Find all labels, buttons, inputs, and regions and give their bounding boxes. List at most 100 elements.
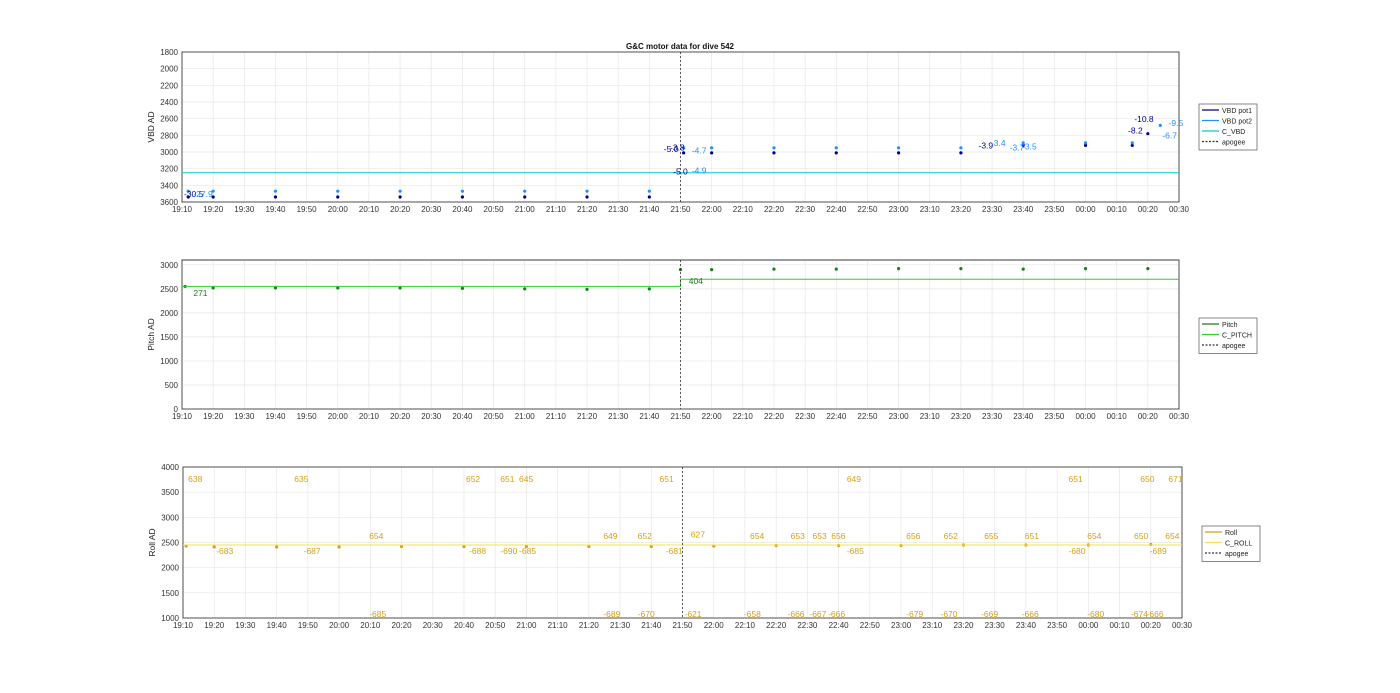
data-point	[460, 189, 465, 193]
annotation-label: -680	[1068, 546, 1085, 556]
data-point	[1146, 267, 1150, 271]
x-tick-label: 21:50	[670, 412, 691, 421]
x-tick-label: 20:30	[421, 205, 442, 214]
data-point	[896, 151, 901, 155]
y-tick-label: 1000	[161, 614, 179, 623]
annotation-label: 651	[1025, 531, 1039, 541]
annotation-label: 654	[750, 531, 764, 541]
x-tick-label: 23:40	[1016, 621, 1037, 630]
x-tick-label: 19:30	[234, 205, 255, 214]
x-tick-label: 23:30	[985, 621, 1006, 630]
x-tick-label: 21:30	[608, 205, 629, 214]
x-tick-label: 22:10	[735, 621, 756, 630]
x-tick-label: 20:20	[390, 205, 411, 214]
x-tick-label: 22:40	[829, 621, 850, 630]
annotation-label: -3.4	[991, 138, 1006, 148]
data-point	[336, 189, 340, 193]
annotation-label: -670	[638, 609, 655, 619]
x-tick-label: 21:50	[670, 205, 691, 214]
plots-group: 19:10 19:20 19:30 19:40 19:50 20:00 20:10 20:20…	[146, 48, 1261, 630]
annotation-label: -680	[1087, 609, 1104, 619]
x-tick-label: 20:10	[360, 621, 381, 630]
annotation-label: 649	[603, 531, 617, 541]
data-point	[523, 195, 527, 199]
x-tick-label: 22:30	[795, 412, 816, 421]
x-tick-label: 21:20	[577, 412, 598, 421]
data-point	[1158, 123, 1162, 127]
annotation-label: 404	[689, 276, 703, 286]
y-tick-label: 500	[165, 381, 179, 390]
figure-title: G&C motor data for dive 542	[626, 42, 735, 51]
annotation-label: 645	[519, 474, 533, 484]
legend-label: VBD pot2	[1222, 119, 1252, 126]
x-tick-label: 20:30	[421, 412, 442, 421]
x-tick-label: 23:10	[920, 205, 941, 214]
y-tick-label: 2000	[160, 65, 178, 74]
x-tick-label: 22:50	[857, 205, 878, 214]
x-tick-label: 20:00	[329, 621, 350, 630]
x-tick-label: 19:40	[265, 412, 286, 421]
annotation-label: 652	[944, 531, 958, 541]
y-tick-label: 3000	[160, 148, 178, 157]
annotation-label: -5.0	[664, 144, 679, 154]
x-tick-label: 00:10	[1110, 621, 1131, 630]
x-tick-label: 22:50	[860, 621, 881, 630]
data-point	[647, 195, 651, 199]
data-point	[834, 146, 838, 150]
y-tick-label: 1800	[160, 48, 178, 57]
x-tick-label: 22:40	[826, 205, 847, 214]
data-point	[959, 267, 963, 271]
y-axis-label: VBD AD	[146, 111, 156, 142]
data-point	[834, 267, 838, 271]
data-point	[523, 189, 527, 193]
x-tick-label: 22:30	[795, 205, 816, 214]
x-tick-label: 23:20	[953, 621, 974, 630]
annotation-label: -681	[666, 546, 683, 556]
annotation-label: -5.0	[673, 167, 688, 177]
annotation-label: -689	[603, 609, 620, 619]
x-tick-label: 22:00	[702, 412, 723, 421]
annotation-label: -658	[744, 609, 761, 619]
x-tick-label: 00:00	[1078, 621, 1099, 630]
x-tick-label: 00:10	[1107, 412, 1128, 421]
annotation-label: -6.7	[1162, 131, 1177, 141]
data-point	[647, 287, 651, 291]
x-tick-label: 20:10	[359, 205, 380, 214]
annotation-label: 656	[906, 531, 920, 541]
data-point	[460, 286, 465, 290]
annotation-label: -685	[369, 609, 386, 619]
x-tick-label: 21:30	[608, 412, 629, 421]
y-tick-label: 2800	[160, 131, 178, 140]
x-tick-label: 23:30	[982, 205, 1003, 214]
x-tick-label: 21:40	[641, 621, 662, 630]
legend-label: C_ROLL	[1225, 541, 1252, 548]
annotation-label: 652	[638, 531, 652, 541]
x-tick-label: 19:50	[297, 412, 318, 421]
x-tick-label: 21:00	[515, 205, 536, 214]
y-axis-label: Roll AD	[147, 528, 157, 556]
y-tick-label: 3000	[160, 261, 178, 270]
legend-label: C_VBD	[1222, 129, 1245, 136]
data-point	[273, 195, 278, 199]
x-tick-label: 23:50	[1044, 205, 1065, 214]
annotation-label: 656	[831, 531, 845, 541]
legend-label: VBD pot1	[1222, 108, 1252, 115]
annotation-label: -666	[788, 609, 805, 619]
data-point	[959, 146, 963, 150]
annotation-label: -10.8	[1134, 114, 1154, 124]
x-tick-label: 23:00	[891, 621, 912, 630]
x-tick-label: 19:50	[297, 205, 318, 214]
annotation-label: 654	[1165, 531, 1179, 541]
legend: Roll C_ROLLapogee	[1201, 525, 1261, 562]
legend-label: C_PITCH	[1222, 333, 1252, 340]
data-point	[1130, 141, 1134, 145]
chart-3: 19:10 19:20 19:30 19:40 19:50 20:00 20:10 20:20…	[147, 463, 1261, 630]
x-tick-label: 21:10	[546, 412, 567, 421]
annotation-label: -689	[1150, 546, 1167, 556]
y-tick-label: 2200	[160, 81, 178, 90]
annotation-label: -685	[519, 546, 536, 556]
x-tick-label: 19:30	[234, 412, 255, 421]
figure: G&C motor data for dive 542 19:10 19:20 19…	[146, 42, 1261, 630]
x-tick-label: 22:20	[764, 205, 785, 214]
annotation-label: -9.5	[1169, 118, 1184, 128]
